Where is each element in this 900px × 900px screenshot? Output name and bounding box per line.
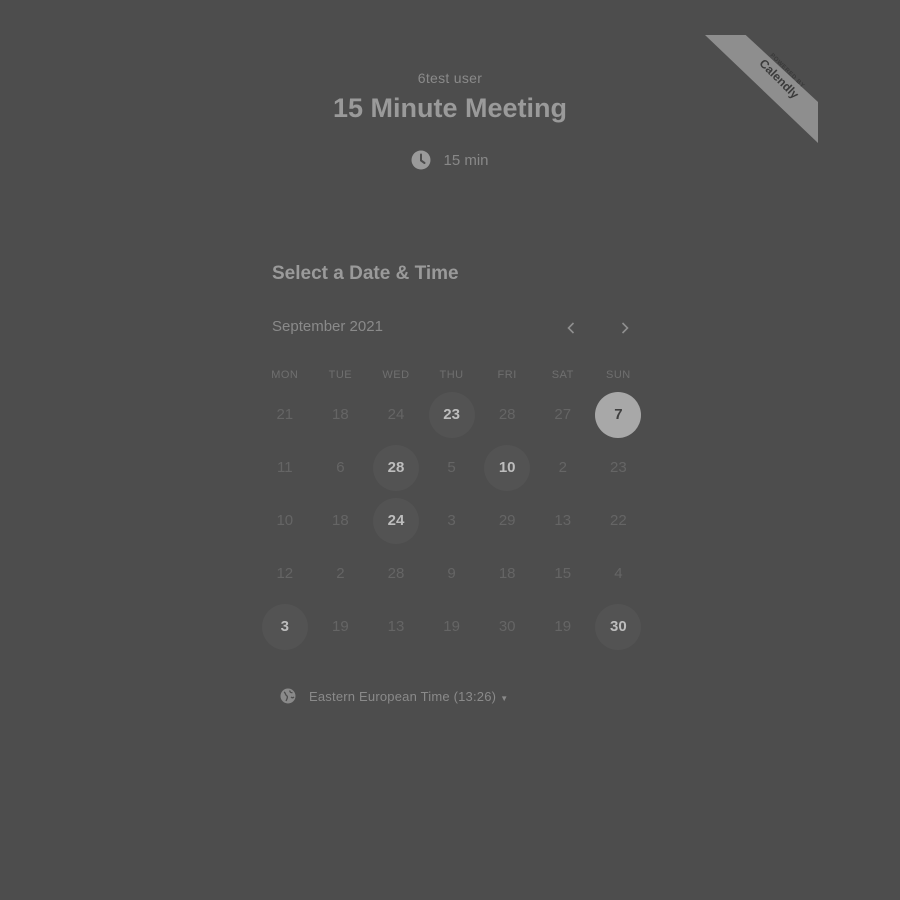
calendar-cell: 18 — [313, 494, 369, 547]
calendar-cell: 28 — [368, 441, 424, 494]
calendar-cell: 18 — [313, 388, 369, 441]
previous-month-button[interactable] — [559, 316, 583, 340]
calendar-day-unavailable: 28 — [387, 565, 405, 582]
calendar-cell: 13 — [368, 600, 424, 653]
calendar-cell: 9 — [424, 547, 480, 600]
calendar-cell: 28 — [479, 388, 535, 441]
calendar-day-unavailable: 9 — [447, 565, 456, 582]
calendar-day-available[interactable]: 3 — [261, 603, 308, 650]
calendar-day-unavailable: 4 — [614, 565, 623, 582]
calendar-cell: 24 — [368, 388, 424, 441]
calendar-day-unavailable: 19 — [332, 618, 349, 635]
chevron-right-icon — [621, 322, 629, 334]
calendar-cell: 6 — [313, 441, 369, 494]
calendar-day-unavailable: 18 — [332, 406, 349, 423]
calendar-day-available[interactable]: 28 — [372, 444, 419, 491]
calendar-cell: 30 — [479, 600, 535, 653]
calendar-cell: 21 — [257, 388, 313, 441]
calendar-cell: 13 — [535, 494, 591, 547]
calendar-day-unavailable: 12 — [276, 565, 294, 582]
calendar-day-unavailable: 27 — [554, 406, 572, 423]
calendar-cell: 3 — [257, 600, 313, 653]
calendar-cell: 30 — [591, 600, 647, 653]
calendar-day-selected[interactable]: 7 — [595, 391, 642, 438]
calendar-day-available[interactable]: 10 — [484, 444, 531, 491]
powered-by-calendly-badge[interactable]: POWERED BY Calendly — [705, 35, 818, 143]
calendar-cell: 5 — [424, 441, 480, 494]
calendar-day-available[interactable]: 30 — [595, 603, 642, 650]
calendar-cell: 11 — [257, 441, 313, 494]
calendar-day-unavailable: 10 — [276, 512, 294, 529]
calendar-day-unavailable: 13 — [554, 512, 572, 529]
weekday-label: MON — [271, 369, 299, 381]
event-duration-label: 15 min — [443, 151, 489, 169]
weekday-label: SUN — [605, 369, 631, 381]
calendar-cell: 23 — [424, 388, 480, 441]
calendar-day-unavailable: 30 — [498, 618, 516, 635]
calendar-day-unavailable: 3 — [447, 512, 456, 529]
calendar-cell: 10 — [479, 441, 535, 494]
clock-icon — [411, 150, 431, 170]
calendar-day-unavailable: 19 — [443, 618, 460, 635]
calendar-cell: 2 — [535, 441, 591, 494]
calendar-cell: 7 — [591, 388, 647, 441]
calendar-cell: 19 — [424, 600, 480, 653]
calendar-day-unavailable: 15 — [554, 565, 572, 582]
weekday-label: THU — [439, 369, 464, 381]
weekday-header: MON TUE WED THU FRI SAT SUN — [257, 369, 646, 381]
event-owner-name: 6test user — [417, 70, 483, 86]
calendar-cell: 2 — [313, 547, 369, 600]
calendar-day-unavailable: 24 — [387, 406, 405, 423]
calendar-day-unavailable: 13 — [387, 618, 405, 635]
calendar-day-unavailable: 2 — [336, 565, 345, 582]
calendar-cell: 19 — [313, 600, 369, 653]
calendar-cell: 4 — [591, 547, 647, 600]
calendar-cell: 3 — [424, 494, 480, 547]
calendar-day-unavailable: 19 — [554, 618, 572, 635]
calendar-day-unavailable: 6 — [336, 459, 345, 476]
calendar-day-unavailable: 28 — [498, 406, 516, 423]
calendar-cell: 12 — [257, 547, 313, 600]
timezone-text: Eastern European Time (13:26) — [309, 688, 497, 704]
calendar-day-unavailable: 18 — [332, 512, 349, 529]
calendar-cell: 24 — [368, 494, 424, 547]
caret-down-icon: ▼ — [500, 693, 509, 703]
calendar-day-unavailable: 22 — [610, 512, 627, 529]
weekday-label: TUE — [328, 369, 353, 381]
chevron-left-icon — [567, 322, 575, 334]
event-title: 15 Minute Meeting — [332, 93, 568, 123]
weekday-label: SAT — [551, 369, 574, 381]
calendar-day-unavailable: 29 — [498, 512, 516, 529]
calendar-day-unavailable: 21 — [276, 406, 294, 423]
calendar-day-available[interactable]: 23 — [428, 391, 475, 438]
timezone-selector[interactable]: Eastern European Time (13:26) ▼ — [280, 688, 508, 704]
calendar-cell: 18 — [479, 547, 535, 600]
event-duration: 15 min — [0, 150, 900, 170]
calendar-cell: 22 — [591, 494, 647, 547]
timezone-label: Eastern European Time (13:26) ▼ — [309, 689, 508, 704]
calendar-cell: 27 — [535, 388, 591, 441]
calendar-day-available[interactable]: 24 — [372, 497, 419, 544]
weekday-label: FRI — [497, 369, 517, 381]
calendar-day-unavailable: 11 — [277, 459, 293, 476]
calendar-day-unavailable: 2 — [558, 459, 567, 476]
booking-page: POWERED BY Calendly 6test user 15 Minute… — [0, 0, 900, 900]
calendar-grid: 21 18 24 23 28 27 7 11 6 28 5 10 2 23 10 18 24 3 29 13 22 12 2… — [257, 388, 646, 653]
calendar-day-unavailable: 23 — [610, 459, 627, 476]
calendar-day-unavailable: 18 — [498, 565, 516, 582]
calendar-cell: 28 — [368, 547, 424, 600]
calendar-cell: 29 — [479, 494, 535, 547]
section-title: Select a Date & Time — [272, 263, 459, 284]
weekday-label: WED — [382, 369, 410, 381]
calendar-cell: 10 — [257, 494, 313, 547]
calendar-cell: 15 — [535, 547, 591, 600]
calendar-cell: 23 — [591, 441, 647, 494]
month-label: September 2021 — [272, 318, 383, 335]
calendar-day-unavailable: 5 — [447, 459, 456, 476]
calendar-cell: 19 — [535, 600, 591, 653]
globe-icon — [280, 688, 296, 704]
next-month-button[interactable] — [613, 316, 637, 340]
